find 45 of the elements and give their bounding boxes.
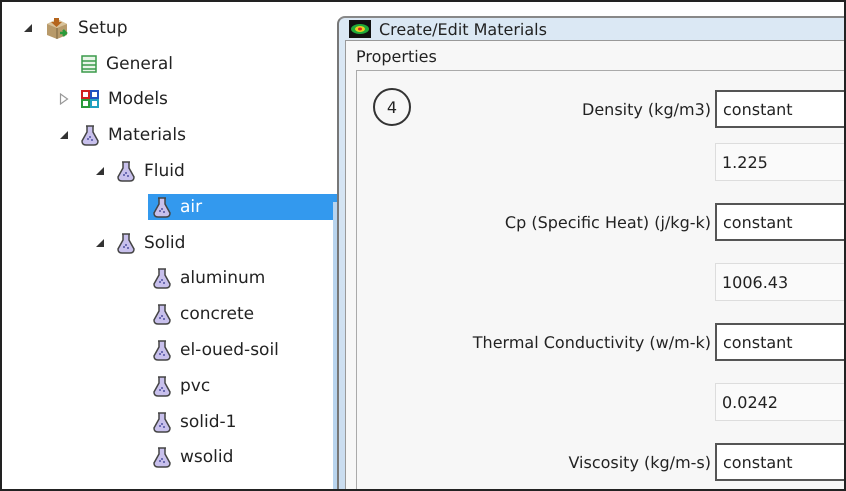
grid-icon: [80, 89, 100, 110]
value-field[interactable]: 1006.43: [715, 263, 844, 301]
property-label: Cp (Specific Heat) (j/kg-k): [504, 212, 712, 232]
expanded-arrow-icon[interactable]: [95, 238, 105, 248]
flask-icon: [152, 196, 172, 218]
tree-item[interactable]: Setup: [40, 14, 134, 42]
collapsed-arrow-icon[interactable]: [59, 93, 69, 106]
property-label: Viscosity (kg/m-s): [567, 452, 712, 472]
tree-item[interactable]: el-oued-soil: [148, 337, 285, 364]
expanded-arrow-icon[interactable]: [59, 130, 69, 140]
property-label: Thermal Conductivity (w/m-k): [472, 332, 712, 352]
flask-icon: [152, 303, 172, 326]
expanded-arrow-icon[interactable]: [95, 166, 105, 176]
expanded-arrow-icon[interactable]: [23, 22, 33, 33]
value-field[interactable]: 0.0242: [715, 383, 844, 421]
flask-icon: [152, 267, 172, 290]
group-label: Properties: [356, 47, 438, 66]
flask-icon: [152, 410, 172, 433]
property-label: Density (kg/m3): [581, 100, 712, 118]
box-icon: [44, 16, 70, 40]
tree-item[interactable]: aluminum: [148, 265, 272, 292]
tree-item[interactable]: General: [76, 52, 179, 76]
flask-icon: [152, 446, 172, 468]
flask-icon: [152, 339, 172, 362]
method-dropdown[interactable]: constant: [715, 323, 844, 361]
tree-item[interactable]: Fluid: [112, 158, 191, 184]
list-icon: [80, 54, 98, 74]
tree-item[interactable]: Models: [76, 87, 174, 112]
tree-item[interactable]: Solid: [112, 230, 192, 256]
tree-item[interactable]: concrete: [148, 301, 260, 328]
step-number: 4: [373, 88, 411, 126]
window-title: Create/Edit Materials: [379, 20, 547, 38]
flask-icon: [152, 374, 172, 397]
flask-icon: [116, 160, 136, 182]
tree-item[interactable]: Materials: [76, 122, 192, 148]
tree-item[interactable]: pvc: [148, 372, 216, 399]
flask-icon: [116, 232, 136, 254]
method-dropdown[interactable]: constant: [715, 203, 844, 241]
method-dropdown[interactable]: constant: [715, 443, 844, 481]
app-icon: [349, 20, 371, 38]
flask-icon: [80, 124, 100, 146]
tree-item[interactable]: wsolid: [148, 444, 240, 470]
value-field[interactable]: 1.225: [715, 143, 844, 181]
tree-item[interactable]: solid-1: [148, 408, 242, 435]
method-dropdown[interactable]: constant: [715, 90, 844, 128]
